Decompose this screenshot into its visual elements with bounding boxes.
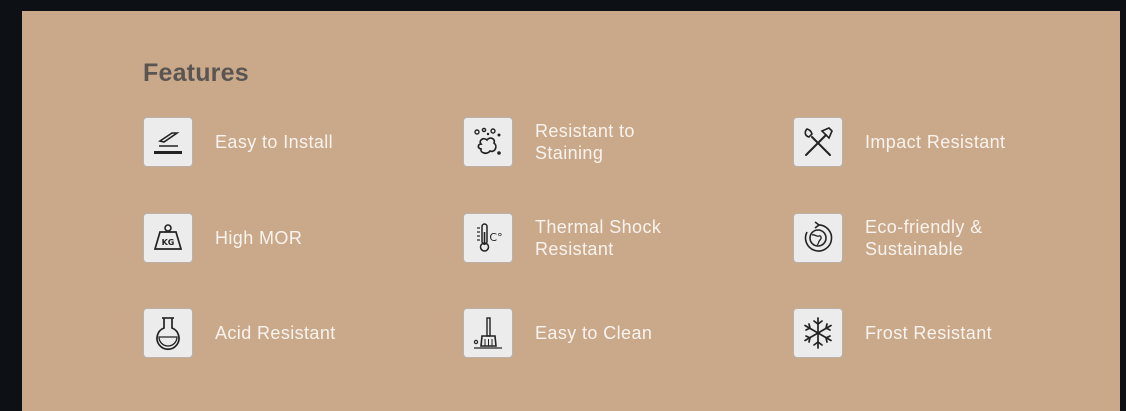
svg-text:C°: C° bbox=[489, 231, 502, 244]
hammer-wrench-icon bbox=[793, 117, 843, 167]
feature-easy-to-clean: Easy to Clean bbox=[463, 307, 763, 359]
svg-text:KG: KG bbox=[162, 238, 175, 247]
feature-frost-resistant: Frost Resistant bbox=[793, 307, 1093, 359]
snowflake-icon bbox=[793, 308, 843, 358]
broom-icon bbox=[463, 308, 513, 358]
features-panel: Features Easy to Install Resistant to St bbox=[22, 11, 1120, 411]
feature-resistant-to-staining: Resistant to Staining bbox=[463, 116, 763, 168]
feature-label: Easy to Install bbox=[215, 132, 334, 152]
thermometer-icon: C° bbox=[463, 213, 513, 263]
feature-eco-friendly-sustainable: Eco-friendly & Sustainable bbox=[793, 212, 1093, 264]
feature-label: Frost Resistant bbox=[865, 323, 993, 343]
feature-impact-resistant: Impact Resistant bbox=[793, 116, 1093, 168]
feature-high-mor: KG High MOR bbox=[143, 212, 443, 264]
globe-recycle-icon bbox=[793, 213, 843, 263]
feature-label: Eco-friendly & Sustainable bbox=[865, 217, 983, 259]
feature-acid-resistant: Acid Resistant bbox=[143, 307, 443, 359]
weight-kg-icon: KG bbox=[143, 213, 193, 263]
feature-label: High MOR bbox=[215, 228, 303, 248]
install-icon bbox=[143, 117, 193, 167]
feature-label: Resistant to Staining bbox=[535, 121, 635, 163]
feature-thermal-shock-resistant: C° Thermal Shock Resistant bbox=[463, 212, 763, 264]
feature-label: Thermal Shock Resistant bbox=[535, 217, 662, 259]
feature-label: Acid Resistant bbox=[215, 323, 336, 343]
feature-easy-to-install: Easy to Install bbox=[143, 116, 443, 168]
stain-icon bbox=[463, 117, 513, 167]
feature-label: Impact Resistant bbox=[865, 132, 1006, 152]
feature-label: Easy to Clean bbox=[535, 323, 653, 343]
features-title: Features bbox=[143, 59, 249, 87]
flask-icon bbox=[143, 308, 193, 358]
